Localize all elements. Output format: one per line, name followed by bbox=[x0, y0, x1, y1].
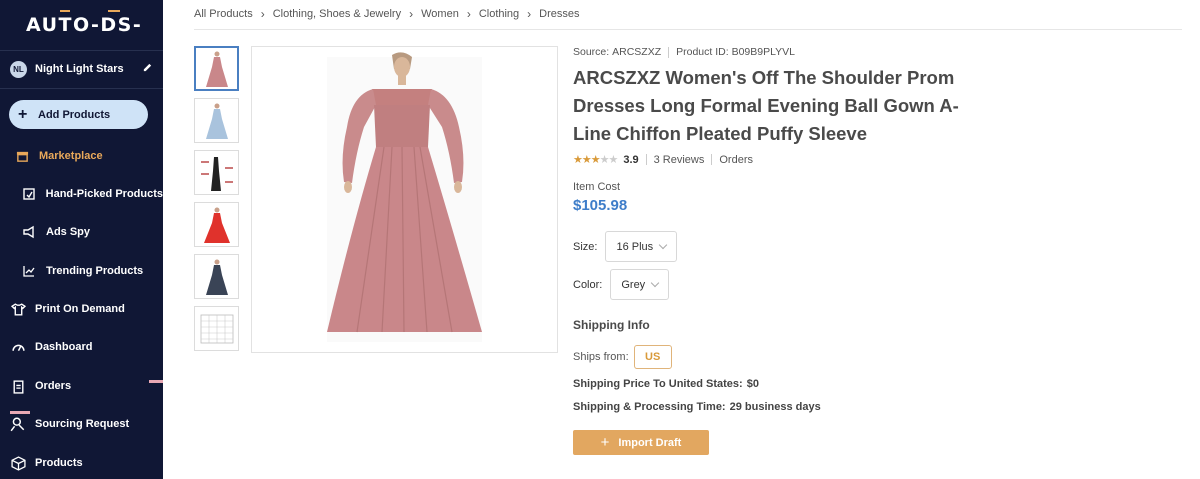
pencil-icon[interactable] bbox=[142, 62, 153, 76]
sidebar-item-sourcing-request[interactable]: Sourcing Request bbox=[0, 413, 163, 435]
shipping-price-row: Shipping Price To United States: $0 bbox=[573, 378, 759, 390]
megaphone-icon bbox=[21, 224, 37, 240]
source-value: ARCSZXZ bbox=[612, 46, 662, 58]
sidebar-item-ads-spy[interactable]: Ads Spy bbox=[0, 221, 163, 243]
sidebar-item-products[interactable]: Products bbox=[0, 452, 163, 474]
product-meta: Source: ARCSZXZ Product ID: B09B9PLYVL bbox=[573, 46, 973, 58]
orders-link[interactable]: Orders bbox=[719, 154, 753, 166]
sidebar-item-marketplace[interactable]: Marketplace bbox=[0, 145, 163, 167]
import-draft-button[interactable]: + Import Draft bbox=[573, 430, 709, 455]
star-rating-icon: ★★★★★ bbox=[573, 154, 618, 166]
chevron-down-icon bbox=[650, 278, 660, 288]
sourcing-icon bbox=[10, 416, 26, 432]
sidebar-divider bbox=[0, 50, 163, 51]
breadcrumb-item[interactable]: All Products bbox=[194, 8, 253, 20]
header-divider bbox=[194, 29, 1182, 30]
chevron-right-icon: › bbox=[466, 7, 471, 21]
product-thumbnail[interactable] bbox=[194, 254, 239, 299]
chevron-right-icon: › bbox=[527, 7, 532, 21]
plus-icon: + bbox=[600, 434, 610, 451]
chevron-right-icon: › bbox=[409, 7, 414, 21]
size-select[interactable]: 16 Plus bbox=[605, 231, 678, 262]
shipping-info-heading: Shipping Info bbox=[573, 318, 650, 332]
product-thumbnail[interactable] bbox=[194, 150, 239, 195]
store-avatar: NL bbox=[10, 60, 27, 78]
breadcrumb-item[interactable]: Clothing bbox=[479, 8, 519, 20]
item-cost-value: $105.98 bbox=[573, 197, 628, 214]
breadcrumb-item[interactable]: Women bbox=[421, 8, 459, 20]
gauge-icon bbox=[10, 339, 26, 355]
shipping-time-row: Shipping & Processing Time: 29 business d… bbox=[573, 401, 821, 413]
plus-icon: + bbox=[18, 105, 28, 123]
breadcrumb-item[interactable]: Dresses bbox=[539, 8, 579, 20]
shipping-time-value: 29 business days bbox=[729, 401, 821, 413]
product-main-image[interactable] bbox=[251, 46, 558, 353]
ships-from-badge[interactable]: US bbox=[633, 345, 672, 369]
shirt-icon bbox=[10, 301, 26, 317]
breadcrumb-item[interactable]: Clothing, Shoes & Jewelry bbox=[273, 8, 401, 20]
sidebar-item-hand-picked[interactable]: Hand-Picked Products bbox=[0, 183, 163, 205]
sidebar-divider bbox=[0, 88, 163, 89]
sidebar-item-print-on-demand[interactable]: Print On Demand bbox=[0, 298, 163, 320]
product-id-value: B09B9PLYVL bbox=[731, 46, 796, 58]
color-option: Color: Grey bbox=[573, 269, 670, 300]
add-products-button[interactable]: + Add Products bbox=[9, 100, 148, 129]
store-selector[interactable]: NL Night Light Stars bbox=[10, 60, 153, 78]
scroll-marker bbox=[149, 380, 163, 383]
sidebar-item-orders[interactable]: Orders bbox=[0, 375, 163, 397]
size-option: Size: 16 Plus bbox=[573, 231, 678, 262]
color-select[interactable]: Grey bbox=[610, 269, 670, 300]
product-thumbnail[interactable] bbox=[194, 98, 239, 143]
chevron-down-icon bbox=[658, 240, 668, 250]
clipboard-icon bbox=[10, 378, 26, 394]
size-label: Size: bbox=[573, 240, 598, 253]
ships-from-label: Ships from: bbox=[573, 351, 629, 363]
sidebar: AUTO-DS- NL Night Light Stars + Add Prod… bbox=[0, 0, 163, 479]
source-label: Source: bbox=[573, 46, 610, 58]
rating-row: ★★★★★ 3.9 3 Reviews Orders bbox=[573, 153, 753, 167]
store-icon bbox=[14, 148, 30, 164]
product-id-label: Product ID: bbox=[676, 46, 729, 58]
reviews-link[interactable]: 3 Reviews bbox=[654, 154, 705, 166]
sidebar-item-trending[interactable]: Trending Products bbox=[0, 260, 163, 282]
dress-image bbox=[327, 52, 482, 342]
hand-picked-icon bbox=[21, 186, 37, 202]
autods-logo[interactable]: AUTO-DS- bbox=[26, 10, 142, 36]
shipping-price-value: $0 bbox=[746, 378, 759, 390]
breadcrumb: All Products › Clothing, Shoes & Jewelry… bbox=[194, 7, 580, 21]
product-thumbnail[interactable] bbox=[194, 202, 239, 247]
product-thumbnail[interactable] bbox=[194, 46, 239, 91]
box-icon bbox=[10, 455, 26, 471]
store-name: Night Light Stars bbox=[35, 63, 124, 75]
trending-chart-icon bbox=[21, 263, 37, 279]
sidebar-item-dashboard[interactable]: Dashboard bbox=[0, 336, 163, 358]
chevron-right-icon: › bbox=[260, 7, 265, 21]
color-label: Color: bbox=[573, 278, 603, 291]
product-thumbnail[interactable] bbox=[194, 306, 239, 351]
ships-from-row: Ships from: US bbox=[573, 345, 672, 369]
item-cost-label: Item Cost bbox=[573, 181, 621, 193]
scroll-marker bbox=[10, 411, 30, 414]
product-title: ARCSZXZ Women's Off The Shoulder Prom Dr… bbox=[573, 67, 959, 144]
rating-value: 3.9 bbox=[623, 153, 639, 166]
